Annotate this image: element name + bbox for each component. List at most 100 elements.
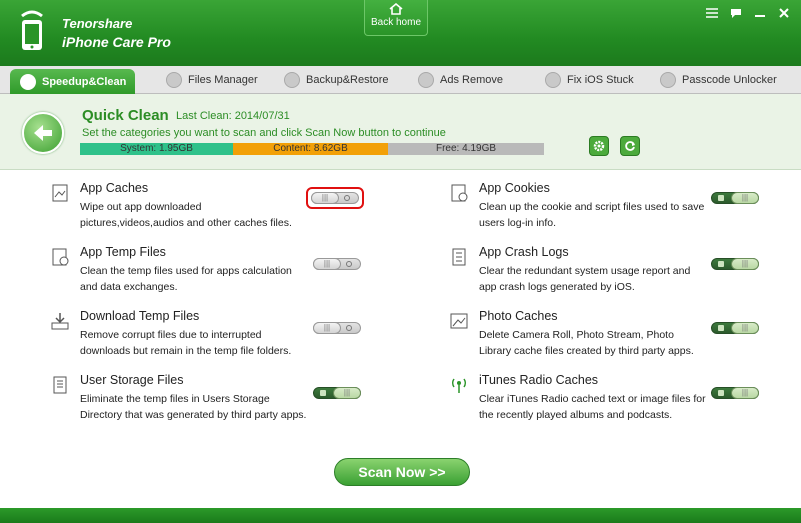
tab-speedup-clean[interactable]: Speedup&Clean — [10, 69, 135, 94]
storage-free: Free: 4.19GB — [388, 143, 544, 155]
storage-content: Content: 8.62GB — [233, 143, 388, 155]
quick-clean-panel: Quick Clean Last Clean: 2014/07/31 Set t… — [0, 94, 801, 170]
refresh-icon — [545, 72, 561, 88]
menu-button[interactable] — [705, 6, 719, 20]
item-app-cookies: App Cookies Clean up the cookie and scri… — [451, 181, 799, 231]
selection-highlight — [306, 187, 364, 209]
minimize-button[interactable] — [753, 6, 767, 20]
tab-label: Passcode Unlocker — [682, 74, 777, 86]
arrow-left-icon — [34, 125, 52, 141]
brand-line-1: Tenorshare — [62, 16, 133, 31]
toggle-indicator — [320, 390, 326, 396]
item-description: Clean the temp files used for apps calcu… — [80, 265, 292, 293]
minimize-icon — [755, 15, 765, 17]
back-home-label: Back home — [370, 17, 422, 28]
item-title: User Storage Files — [80, 373, 184, 387]
toggle-indicator — [346, 261, 352, 267]
cookie-file-icon — [451, 184, 468, 202]
toggle-knob: ||| — [731, 258, 759, 270]
refresh-icon — [625, 141, 635, 151]
toggle-indicator — [718, 195, 724, 201]
menu-icon — [706, 8, 718, 18]
last-clean-date: Last Clean: 2014/07/31 — [176, 110, 290, 122]
toggle-indicator — [718, 261, 724, 267]
item-description: Clean up the cookie and script files use… — [479, 201, 705, 229]
back-button[interactable] — [22, 112, 64, 154]
clock-file-icon — [52, 248, 69, 266]
item-photo-caches: Photo Caches Delete Camera Roll, Photo S… — [450, 309, 799, 359]
tab-label: Files Manager — [188, 74, 258, 86]
close-icon — [779, 8, 789, 18]
toggle-knob: ||| — [731, 322, 759, 334]
item-title: App Crash Logs — [479, 245, 569, 259]
brand-line-2: iPhone Care Pro — [62, 34, 171, 50]
trash-icon — [418, 72, 434, 88]
gear-icon — [593, 140, 605, 152]
item-description: Wipe out app downloaded pictures,videos,… — [80, 201, 292, 229]
item-description: Remove corrupt files due to interrupted … — [80, 329, 292, 357]
chat-icon — [731, 8, 741, 18]
folder-icon — [284, 72, 300, 88]
storage-file-icon — [53, 376, 67, 394]
scan-now-button[interactable]: Scan Now >> — [334, 458, 470, 486]
item-description: Eliminate the temp files in Users Storag… — [80, 393, 307, 421]
close-button[interactable] — [777, 6, 791, 20]
toggle-knob: ||| — [731, 387, 759, 399]
item-description: Clear iTunes Radio cached text or image … — [479, 393, 706, 421]
toggle-app-crash-logs[interactable]: ||| — [711, 258, 759, 270]
image-file-icon — [52, 184, 68, 202]
back-home-button[interactable]: Back home — [364, 0, 428, 36]
toggle-photo-caches[interactable]: ||| — [711, 322, 759, 334]
tab-files-manager[interactable]: Files Manager — [166, 66, 258, 94]
toggle-knob: ||| — [313, 258, 341, 270]
tab-label: Ads Remove — [440, 74, 503, 86]
toggle-download-temp-files[interactable]: ||| — [313, 322, 361, 334]
toggle-indicator — [718, 325, 724, 331]
download-icon — [51, 313, 69, 330]
toggle-indicator — [346, 325, 352, 331]
tab-label: Backup&Restore — [306, 74, 389, 86]
rocket-icon — [20, 73, 36, 90]
title-bar: Tenorshare iPhone Care Pro Back home — [0, 0, 801, 66]
tab-fix-ios-stuck[interactable]: Fix iOS Stuck — [545, 66, 634, 94]
item-app-crash-logs: App Crash Logs Clear the redundant syste… — [452, 245, 799, 295]
toggle-user-storage-files[interactable]: ||| — [313, 387, 361, 399]
item-description: Delete Camera Roll, Photo Stream, Photo … — [479, 329, 694, 357]
storage-bar: System: 1.95GB Content: 8.62GB Free: 4.1… — [80, 143, 544, 155]
settings-button[interactable] — [589, 136, 609, 156]
storage-system: System: 1.95GB — [80, 143, 233, 155]
tab-label: Fix iOS Stuck — [567, 74, 634, 86]
toggle-app-temp-files[interactable]: ||| — [313, 258, 361, 270]
item-app-temp-files: App Temp Files Clean the temp files used… — [52, 245, 400, 295]
photo-icon — [450, 313, 468, 329]
tab-ads-remove[interactable]: Ads Remove — [418, 66, 503, 94]
home-icon — [389, 3, 403, 15]
feedback-button[interactable] — [729, 6, 743, 20]
footer-bar — [0, 508, 801, 523]
item-title: iTunes Radio Caches — [479, 373, 599, 387]
item-title: Download Temp Files — [80, 309, 200, 323]
files-icon — [166, 72, 182, 88]
search-icon — [660, 72, 676, 88]
toggle-app-cookies[interactable]: ||| — [711, 192, 759, 204]
quick-clean-description: Set the categories you want to scan and … — [82, 127, 446, 139]
tab-passcode-unlocker[interactable]: Passcode Unlocker — [660, 66, 777, 94]
toggle-knob: ||| — [333, 387, 361, 399]
quick-clean-title: Quick Clean — [82, 107, 169, 124]
toggle-knob: ||| — [731, 192, 759, 204]
window-controls — [705, 6, 791, 20]
toggle-indicator — [718, 390, 724, 396]
app-logo-icon — [21, 10, 43, 50]
toggle-knob: ||| — [313, 322, 341, 334]
tab-backup-restore[interactable]: Backup&Restore — [284, 66, 389, 94]
item-title: App Temp Files — [80, 245, 166, 259]
log-list-icon — [452, 248, 466, 266]
refresh-button[interactable] — [620, 136, 640, 156]
item-title: Photo Caches — [479, 309, 558, 323]
item-download-temp-files: Download Temp Files Remove corrupt files… — [51, 309, 400, 359]
main-tabs: Speedup&Clean Files Manager Backup&Resto… — [0, 66, 801, 94]
toggle-itunes-radio-caches[interactable]: ||| — [711, 387, 759, 399]
tab-label: Speedup&Clean — [42, 75, 127, 88]
item-description: Clear the redundant system usage report … — [479, 265, 691, 293]
radio-icon — [452, 378, 466, 393]
